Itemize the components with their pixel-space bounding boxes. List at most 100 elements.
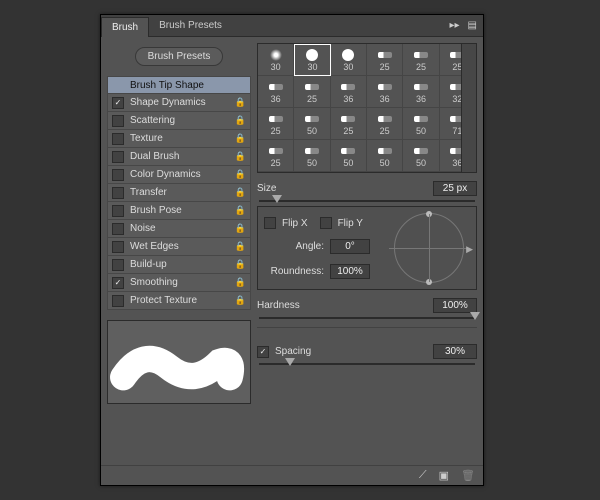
brush-tip[interactable]: 25 (440, 44, 476, 76)
angle-target[interactable]: ▶ (394, 213, 464, 283)
option-label: Scattering (130, 115, 175, 126)
option-checkbox[interactable] (112, 187, 124, 199)
option-checkbox[interactable] (112, 295, 124, 307)
lock-icon[interactable]: 🔒 (235, 187, 246, 198)
brush-tip[interactable]: 25 (294, 76, 330, 108)
spacing-checkbox[interactable]: ✓ (257, 346, 269, 358)
roundness-value[interactable]: 100% (330, 264, 370, 279)
brush-tip[interactable]: 50 (331, 140, 367, 172)
lock-icon[interactable]: 🔒 (235, 295, 246, 306)
tab-brush[interactable]: Brush (101, 17, 149, 37)
brush-tip[interactable]: 30 (258, 44, 294, 76)
option-label: Noise (130, 223, 156, 234)
hardness-label: Hardness (257, 300, 300, 311)
brush-tip[interactable]: 25 (331, 108, 367, 140)
option-label: Texture (130, 133, 163, 144)
tab-brush-presets[interactable]: Brush Presets (149, 16, 232, 35)
option-checkbox[interactable] (112, 241, 124, 253)
option-brush-tip-shape[interactable]: Brush Tip Shape (107, 76, 251, 94)
brush-tip[interactable]: 36 (403, 76, 439, 108)
flip-y-label: Flip Y (338, 218, 363, 229)
option-color-dynamics[interactable]: Color Dynamics🔒 (107, 166, 251, 184)
brush-tip-size: 25 (416, 62, 426, 72)
lock-icon[interactable]: 🔒 (235, 133, 246, 144)
brush-tip[interactable]: 25 (258, 140, 294, 172)
brush-tip-size: 30 (271, 62, 281, 72)
brush-stroke-preview (107, 320, 251, 404)
spacing-slider[interactable] (259, 363, 475, 365)
option-dual-brush[interactable]: Dual Brush🔒 (107, 148, 251, 166)
option-smoothing[interactable]: ✓Smoothing🔒 (107, 274, 251, 292)
brush-tip-size: 25 (380, 62, 390, 72)
lock-icon[interactable]: 🔒 (235, 205, 246, 216)
brush-tip[interactable]: 25 (367, 44, 403, 76)
flip-y-checkbox[interactable] (320, 217, 332, 229)
option-checkbox[interactable]: ✓ (112, 277, 124, 289)
trash-icon[interactable]: 🗑 (461, 469, 475, 482)
option-label: Transfer (130, 187, 167, 198)
option-checkbox[interactable] (112, 259, 124, 271)
brush-tip[interactable]: 50 (403, 140, 439, 172)
brush-tip[interactable]: 30 (294, 44, 330, 76)
option-checkbox[interactable] (112, 115, 124, 127)
flip-x-checkbox[interactable] (264, 217, 276, 229)
option-checkbox[interactable] (112, 151, 124, 163)
option-checkbox[interactable] (112, 205, 124, 217)
brush-tip[interactable]: 50 (294, 140, 330, 172)
option-checkbox[interactable] (112, 169, 124, 181)
brush-tip[interactable]: 30 (331, 44, 367, 76)
option-checkbox[interactable] (112, 133, 124, 145)
lock-icon[interactable]: 🔒 (235, 169, 246, 180)
option-scattering[interactable]: Scattering 🔒 (107, 112, 251, 130)
brush-tip[interactable]: 36 (331, 76, 367, 108)
brush-tip-size: 50 (416, 126, 426, 136)
brush-tip[interactable]: 50 (367, 140, 403, 172)
option-label: Brush Tip Shape (130, 80, 204, 91)
option-brush-pose[interactable]: Brush Pose🔒 (107, 202, 251, 220)
brush-tip-size: 25 (271, 126, 281, 136)
brush-tip[interactable]: 25 (403, 44, 439, 76)
brush-tip[interactable]: 25 (258, 108, 294, 140)
lock-icon[interactable]: 🔒 (235, 259, 246, 270)
option-build-up[interactable]: Build-up🔒 (107, 256, 251, 274)
brush-tip-grid[interactable]: 3030302525253625363636322550252550712550… (257, 43, 477, 173)
brush-tip[interactable]: 36 (440, 140, 476, 172)
lock-icon[interactable]: 🔒 (235, 115, 246, 126)
option-checkbox[interactable] (112, 223, 124, 235)
lock-icon[interactable]: 🔒 (235, 97, 246, 108)
lock-icon[interactable]: 🔒 (235, 151, 246, 162)
option-shape-dynamics[interactable]: ✓Shape Dynamics🔒 (107, 94, 251, 112)
toggle-preview-icon[interactable]: ⟋ (419, 469, 427, 482)
option-wet-edges[interactable]: Wet Edges🔒 (107, 238, 251, 256)
snap-icon[interactable]: ▸▸ (450, 20, 460, 31)
brush-tip[interactable]: 50 (294, 108, 330, 140)
option-noise[interactable]: Noise 🔒 (107, 220, 251, 238)
size-slider[interactable] (259, 200, 475, 202)
brush-tip[interactable]: 32 (440, 76, 476, 108)
brush-tip[interactable]: 50 (403, 108, 439, 140)
hardness-value[interactable]: 100% (433, 298, 477, 313)
brush-tip[interactable]: 71 (440, 108, 476, 140)
brush-presets-button[interactable]: Brush Presets (135, 47, 224, 66)
option-checkbox[interactable]: ✓ (112, 97, 124, 109)
option-transfer[interactable]: Transfer 🔒 (107, 184, 251, 202)
panel-menu-icon[interactable]: ▤ (468, 20, 477, 31)
lock-icon[interactable]: 🔒 (235, 277, 246, 288)
brush-tip-size: 50 (307, 126, 317, 136)
new-brush-icon[interactable]: ▣ (439, 469, 449, 482)
brush-tip-size: 25 (343, 126, 353, 136)
brush-tip-size: 25 (452, 62, 462, 72)
brush-tip[interactable]: 36 (367, 76, 403, 108)
brush-tip[interactable]: 25 (367, 108, 403, 140)
angle-value[interactable]: 0° (330, 239, 370, 254)
spacing-value[interactable]: 30% (433, 344, 477, 359)
brush-tip-size: 36 (380, 94, 390, 104)
size-value[interactable]: 25 px (433, 181, 477, 196)
brush-tip[interactable]: 36 (258, 76, 294, 108)
hardness-slider[interactable] (259, 317, 475, 319)
option-protect-texture[interactable]: Protect Texture🔒 (107, 292, 251, 310)
option-texture[interactable]: Texture 🔒 (107, 130, 251, 148)
brush-panel: Brush Brush Presets ▸▸ ▤ Brush Presets B… (100, 14, 484, 486)
lock-icon[interactable]: 🔒 (235, 241, 246, 252)
lock-icon[interactable]: 🔒 (235, 223, 246, 234)
